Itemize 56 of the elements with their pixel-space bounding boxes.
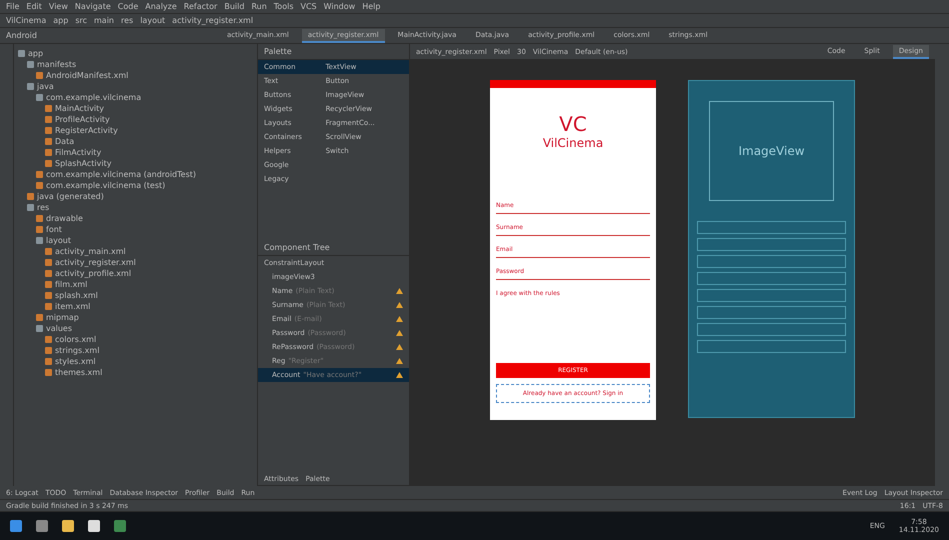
breadcrumb[interactable]: VilCinema (6, 16, 46, 25)
tree-item[interactable]: MainActivity (55, 104, 104, 113)
tree-item[interactable]: RegisterActivity (55, 126, 118, 135)
tree-item[interactable]: manifests (37, 60, 76, 69)
breadcrumb[interactable]: main (94, 16, 114, 25)
menu-item[interactable]: VCS (300, 2, 317, 11)
tree-item[interactable]: themes.xml (55, 368, 102, 377)
panel-title: Component Tree (264, 243, 330, 252)
tree-item[interactable]: FilmActivity (55, 148, 102, 157)
tree-item[interactable]: AndroidManifest.xml (46, 71, 128, 80)
menu-item[interactable]: Window (324, 2, 356, 11)
breadcrumb[interactable]: res (121, 16, 134, 25)
menu-item[interactable]: Analyze (145, 2, 177, 11)
tree-item[interactable]: res (37, 203, 50, 212)
tree-item[interactable]: drawable (46, 214, 83, 223)
breadcrumb[interactable]: layout (140, 16, 166, 25)
tree-item[interactable]: com.example.vilcinema (androidTest) (46, 170, 196, 179)
tree-item[interactable]: film.xml (55, 280, 88, 289)
menu-item[interactable]: File (6, 2, 20, 11)
menu-item[interactable]: Navigate (74, 2, 111, 11)
menu-item[interactable]: Run (251, 2, 267, 11)
tree-item[interactable]: colors.xml (55, 335, 96, 344)
tree-item[interactable]: layout (46, 236, 71, 245)
menu-item[interactable]: Refactor (184, 2, 218, 11)
breadcrumb[interactable]: app (53, 16, 68, 25)
tree-item[interactable]: splash.xml (55, 291, 98, 300)
tree-item[interactable]: values (46, 324, 72, 333)
tree-item[interactable]: activity_main.xml (55, 247, 126, 256)
tree-item[interactable]: mipmap (46, 313, 79, 322)
tree-item[interactable]: com.example.vilcinema (test) (46, 181, 166, 190)
menu-item[interactable]: Edit (26, 2, 42, 11)
tree-item[interactable]: activity_register.xml (55, 258, 136, 267)
tree-item[interactable]: Data (55, 137, 74, 146)
menu-item[interactable]: Tools (274, 2, 294, 11)
tree-item[interactable]: strings.xml (55, 346, 100, 355)
logo-mark: VC (559, 112, 587, 136)
tree-item[interactable]: app (28, 49, 44, 58)
tree-item[interactable]: font (46, 225, 62, 234)
project-view-dropdown[interactable]: Android (6, 31, 37, 40)
menu-item[interactable]: Help (362, 2, 380, 11)
tree-item[interactable]: java (generated) (37, 192, 104, 201)
breadcrumb[interactable]: activity_register.xml (172, 16, 254, 25)
tree-item[interactable]: ProfileActivity (55, 115, 110, 124)
tree-item[interactable]: com.example.vilcinema (46, 93, 142, 102)
tree-item[interactable]: SplashActivity (55, 159, 112, 168)
logo-text: VilCinema (542, 136, 604, 150)
menu-item[interactable]: Code (118, 2, 138, 11)
tree-item[interactable]: styles.xml (55, 357, 96, 366)
breadcrumb[interactable]: src (75, 16, 87, 25)
menu-item[interactable]: Build (224, 2, 244, 11)
image-label: ImageView (738, 144, 805, 158)
tree-item[interactable]: item.xml (55, 302, 90, 311)
tree-item[interactable]: activity_profile.xml (55, 269, 132, 278)
panel-title: Palette (264, 47, 292, 56)
menu-item[interactable]: View (48, 2, 68, 11)
tree-item[interactable]: java (37, 82, 54, 91)
